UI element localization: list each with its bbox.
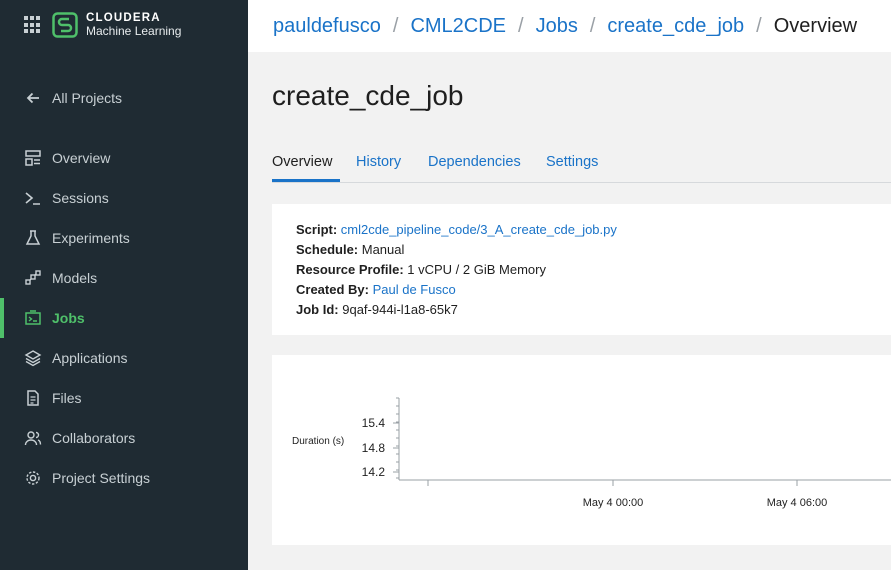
- sidebar-item-label: Sessions: [52, 190, 109, 206]
- terminal-icon: [24, 189, 42, 207]
- brand-text: CLOUDERA Machine Learning: [86, 12, 181, 38]
- cloudera-logo-icon: [52, 12, 78, 38]
- sidebar-item-project-settings[interactable]: Project Settings: [0, 458, 248, 498]
- created-by-label: Created By:: [296, 282, 369, 297]
- y-tick-label: 15.4: [362, 416, 386, 430]
- tab-dependencies[interactable]: Dependencies: [428, 154, 521, 182]
- schedule-row: Schedule: Manual: [296, 240, 888, 260]
- tab-overview[interactable]: Overview: [272, 154, 340, 182]
- created-by-link[interactable]: Paul de Fusco: [373, 282, 456, 297]
- breadcrumb-user[interactable]: pauldefusco: [273, 15, 381, 38]
- sidebar-item-jobs[interactable]: Jobs: [0, 298, 248, 338]
- all-projects-label: All Projects: [52, 90, 123, 106]
- sidebar-item-label: Applications: [52, 350, 128, 366]
- breadcrumb-separator: /: [392, 14, 399, 37]
- breadcrumb-project[interactable]: CML2CDE: [410, 15, 506, 38]
- breadcrumb-separator: /: [589, 14, 596, 37]
- breadcrumb-current: Overview: [773, 14, 858, 37]
- sidebar-item-label: Experiments: [52, 230, 130, 246]
- page-title: create_cde_job: [272, 80, 464, 111]
- breadcrumb: pauldefusco / CML2CDE / Jobs / create_cd…: [248, 0, 891, 52]
- arrow-left-icon: [24, 89, 42, 107]
- app-grid-icon[interactable]: [24, 16, 42, 34]
- sidebar-item-label: Overview: [52, 150, 111, 166]
- x-tick-label: May 4 06:00: [767, 497, 828, 509]
- y-tick-label: 14.2: [362, 465, 386, 479]
- sidebar-item-label: Collaborators: [52, 430, 136, 446]
- people-icon: [24, 429, 42, 447]
- duration-chart-card: 15.4 14.8 14.2 Duration (s) May 4 00:00 May 4…: [272, 355, 891, 545]
- breadcrumb-separator: /: [518, 14, 524, 37]
- sidebar-item-sessions[interactable]: Sessions: [0, 178, 248, 218]
- flask-icon: [24, 229, 42, 247]
- resource-profile-value: 1 vCPU / 2 GiB Memory: [407, 262, 546, 277]
- script-link[interactable]: cml2cde_pipeline_code/3_A_create_cde_job…: [341, 222, 617, 237]
- schedule-label: Schedule:: [296, 242, 359, 257]
- sidebar-item-experiments[interactable]: Experiments: [0, 218, 248, 258]
- all-projects-link[interactable]: All Projects: [0, 78, 248, 118]
- job-id-row: Job Id: 9qaf-944i-l1a8-65k7: [296, 300, 888, 320]
- sidebar-item-label: Files: [52, 390, 82, 406]
- duration-chart: 15.4 14.8 14.2 Duration (s) May 4 00:00 May 4…: [292, 397, 891, 509]
- y-tick-label: 14.8: [362, 441, 386, 455]
- breadcrumb-job[interactable]: create_cde_job: [607, 15, 744, 38]
- tab-bar: Overview History Dependencies Settings: [272, 150, 891, 183]
- resource-profile-row: Resource Profile: 1 vCPU / 2 GiB Memory: [296, 260, 888, 280]
- sidebar-item-overview[interactable]: Overview: [0, 138, 248, 178]
- y-axis-label: Duration (s): [292, 436, 344, 447]
- overview-icon: [24, 149, 42, 167]
- resource-profile-label: Resource Profile:: [296, 262, 404, 277]
- sidebar-item-applications[interactable]: Applications: [0, 338, 248, 378]
- sidebar-item-label: Jobs: [52, 310, 85, 326]
- sidebar-item-label: Models: [52, 270, 98, 286]
- script-row: Script: cml2cde_pipeline_code/3_A_create…: [296, 220, 888, 240]
- sidebar-item-models[interactable]: Models: [0, 258, 248, 298]
- breadcrumb-separator: /: [756, 14, 762, 37]
- layers-icon: [24, 349, 42, 367]
- job-id-label: Job Id:: [296, 302, 339, 317]
- sidebar: CLOUDERA Machine Learning All Projects O…: [0, 0, 248, 570]
- jobs-icon: [24, 309, 42, 327]
- job-info-card: Script: cml2cde_pipeline_code/3_A_create…: [272, 204, 891, 335]
- x-tick-label: May 4 00:00: [583, 497, 644, 509]
- tab-settings[interactable]: Settings: [546, 154, 598, 182]
- script-label: Script:: [296, 222, 338, 237]
- gear-icon: [24, 469, 42, 487]
- tab-history[interactable]: History: [356, 154, 401, 182]
- models-icon: [24, 269, 42, 287]
- brand: CLOUDERA Machine Learning: [24, 12, 181, 38]
- created-by-row: Created By: Paul de Fusco: [296, 280, 888, 300]
- schedule-value: Manual: [361, 242, 405, 257]
- sidebar-item-label: Project Settings: [52, 470, 151, 486]
- sidebar-item-files[interactable]: Files: [0, 378, 248, 418]
- sidebar-item-collaborators[interactable]: Collaborators: [0, 418, 248, 458]
- breadcrumb-jobs[interactable]: Jobs: [536, 15, 578, 38]
- file-icon: [24, 389, 42, 407]
- brand-product: Machine Learning: [86, 24, 182, 38]
- job-id-value: 9qaf-944i-l1a8-65k7: [342, 302, 458, 317]
